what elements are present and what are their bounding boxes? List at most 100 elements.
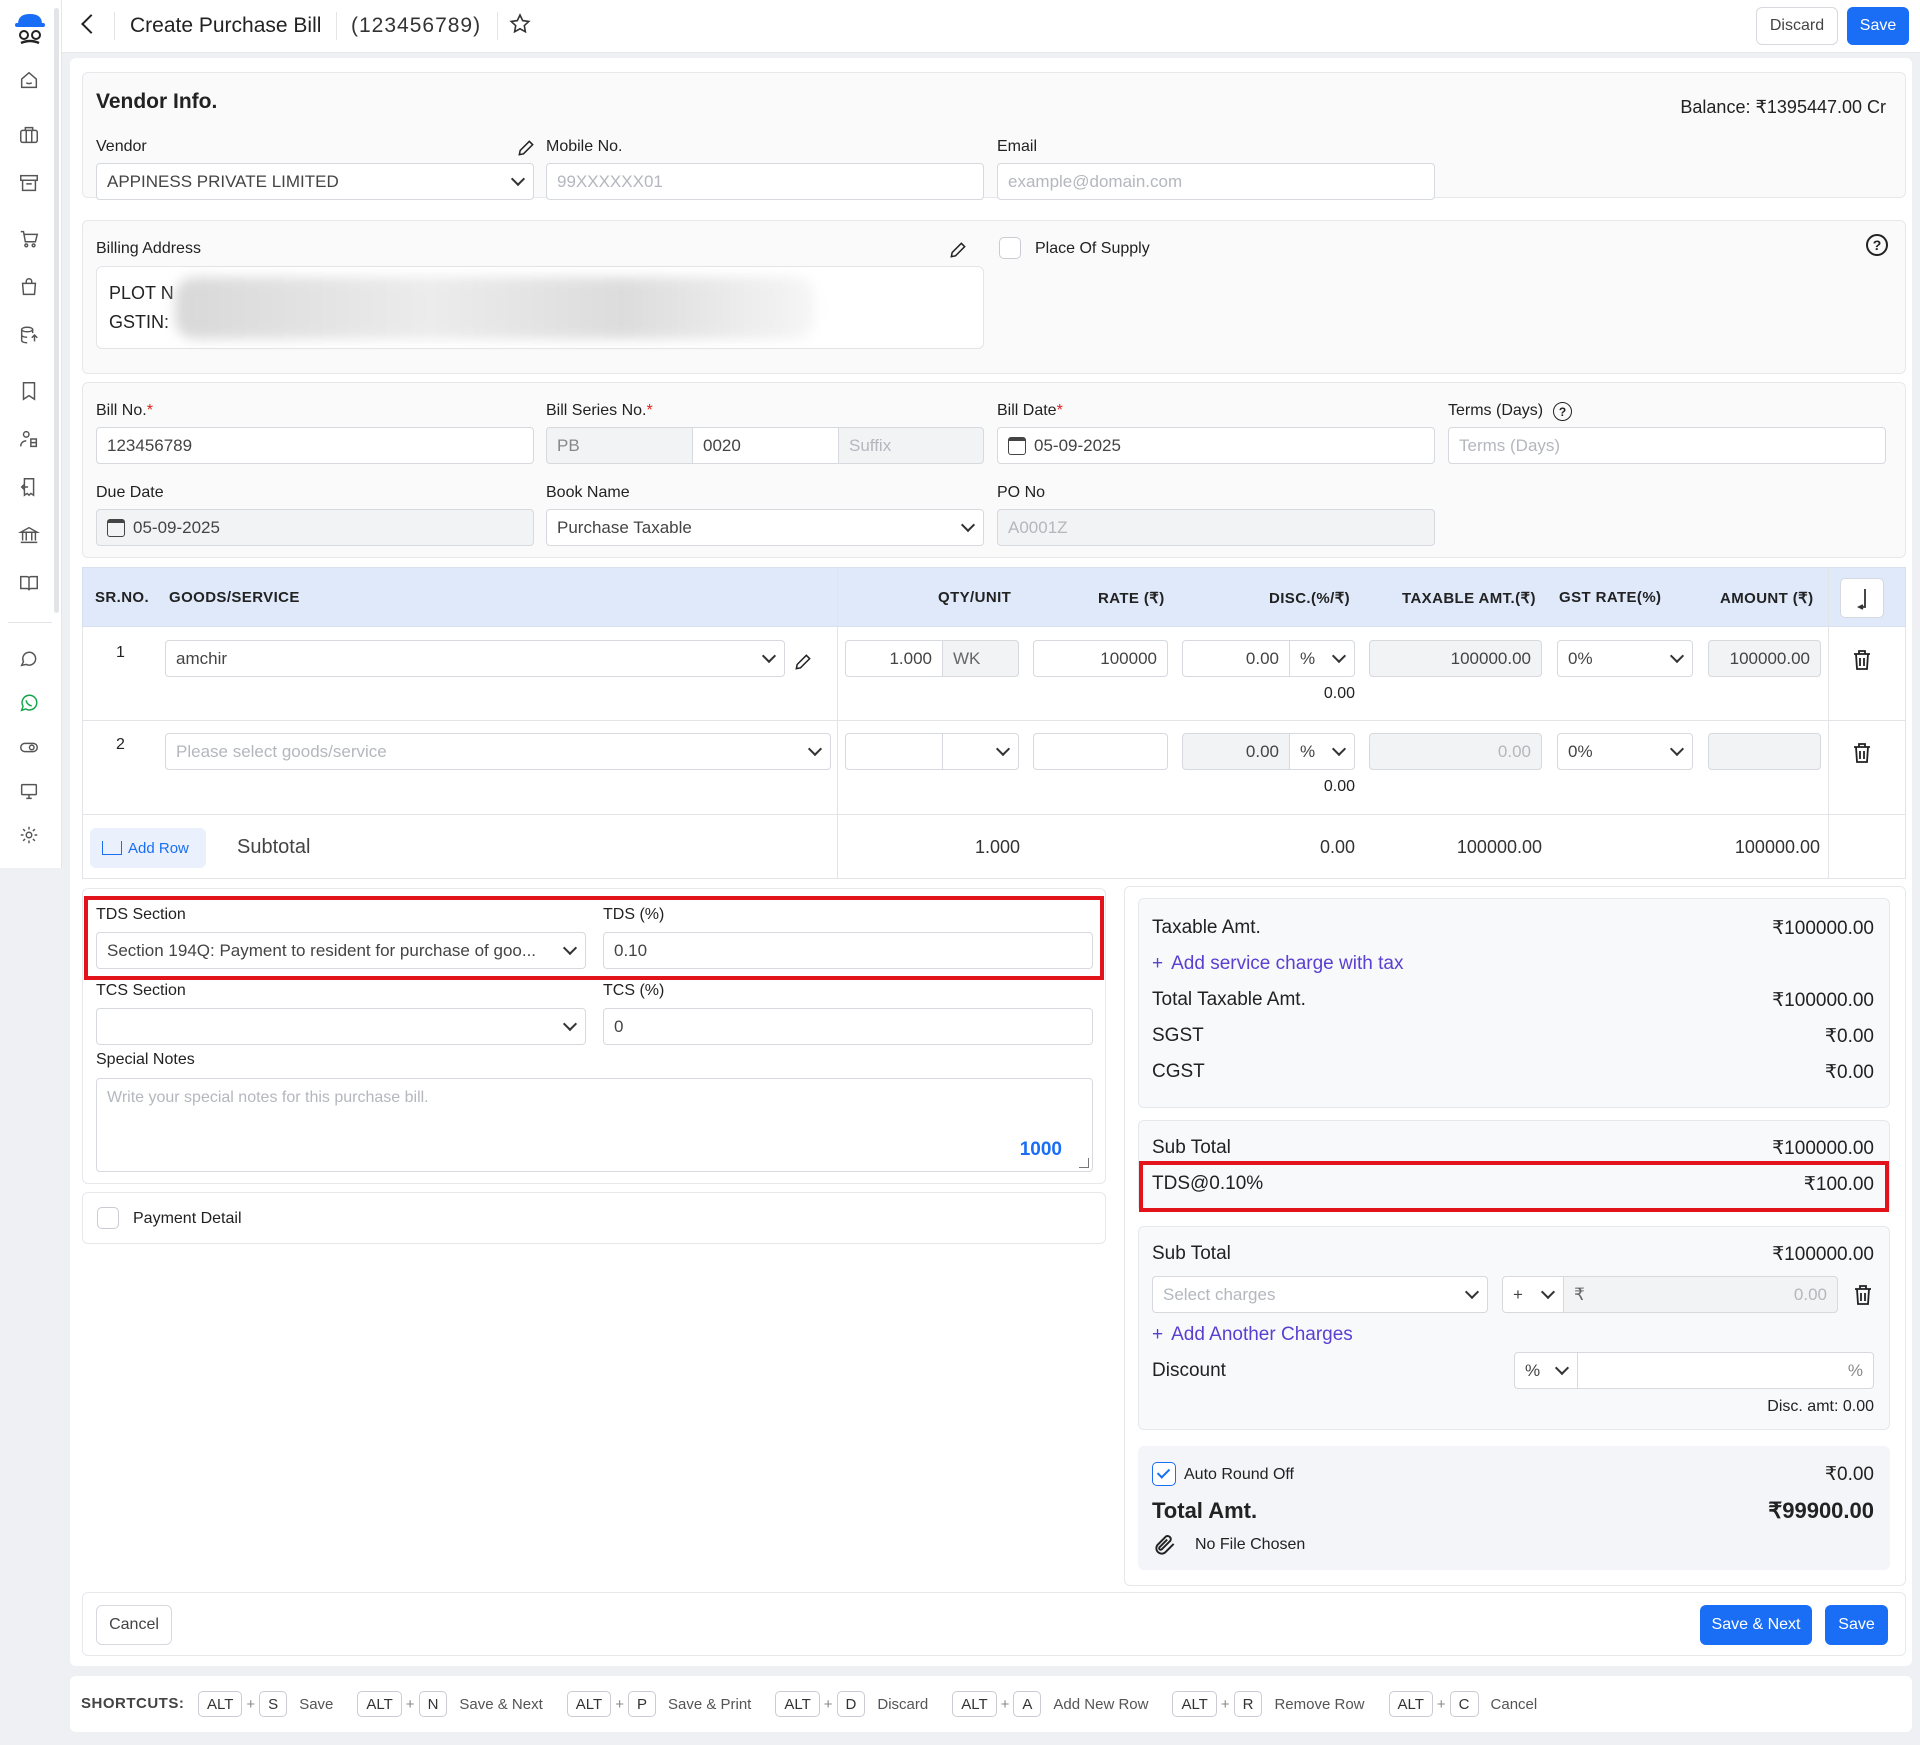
paperclip-icon[interactable]	[1152, 1532, 1178, 1558]
terms-label: Terms (Days)	[1448, 402, 1544, 419]
row-2-goods-select[interactable]: Please select goods/service	[165, 733, 831, 770]
bookmark-icon[interactable]	[16, 378, 42, 404]
sgst-value: ₹0.00	[1824, 1026, 1874, 1047]
redacted-address-blur	[175, 277, 815, 339]
footer-save-button[interactable]: Save	[1825, 1605, 1888, 1645]
row-1-qty: 1.000	[889, 648, 932, 668]
book-icon[interactable]	[16, 570, 42, 596]
charge-sign-select[interactable]: +	[1502, 1276, 1564, 1313]
database-icon[interactable]	[16, 322, 42, 348]
due-date-input[interactable]: 05-09-2025	[96, 509, 534, 546]
terms-input[interactable]: Terms (Days)	[1448, 427, 1886, 464]
subtotal-label: Subtotal	[237, 836, 311, 858]
sidebar-scrollbar[interactable]	[54, 8, 59, 613]
discount-type-select[interactable]: %	[1514, 1352, 1578, 1389]
payment-detail-checkbox[interactable]	[97, 1207, 119, 1229]
resize-handle-icon[interactable]	[1079, 1158, 1089, 1168]
add-service-label: Add service charge with tax	[1171, 953, 1404, 974]
add-another-charges-link[interactable]: + Add Another Charges	[1152, 1324, 1353, 1346]
app-logo[interactable]	[12, 8, 48, 48]
series-number-input[interactable]: 0020	[692, 427, 839, 464]
shortcut-key: P	[627, 1691, 656, 1717]
email-input[interactable]: example@domain.com	[997, 163, 1435, 200]
chat-icon[interactable]	[16, 645, 42, 671]
delete-charge-icon[interactable]	[1852, 1283, 1874, 1307]
row-1-goods-select[interactable]: amchir	[165, 640, 785, 677]
edit-vendor-icon[interactable]	[516, 138, 536, 158]
row-1-unit[interactable]: WK	[942, 640, 1019, 677]
row-2-delete-icon[interactable]	[1851, 741, 1873, 765]
mobile-input[interactable]: 99XXXXXX01	[546, 163, 984, 200]
briefcase-icon[interactable]	[16, 122, 42, 148]
save-button[interactable]: Save	[1847, 7, 1909, 45]
calendar-icon[interactable]	[107, 518, 125, 537]
row-1-qty-input[interactable]: 1.000	[845, 640, 943, 677]
row-2-disc-type-select[interactable]: %	[1289, 733, 1355, 770]
toggle-icon[interactable]	[16, 734, 42, 760]
select-charges-dropdown[interactable]: Select charges	[1152, 1276, 1488, 1313]
help-icon[interactable]: ?	[1866, 234, 1888, 256]
people-coins-icon[interactable]	[16, 426, 42, 452]
monitor-icon[interactable]	[16, 778, 42, 804]
taxable-value: ₹100000.00	[1772, 918, 1874, 939]
book-name-select[interactable]: Purchase Taxable	[546, 509, 984, 546]
col-gst: GST RATE(%)	[1559, 589, 1662, 606]
discount-input[interactable]: %	[1577, 1352, 1874, 1389]
cart-icon[interactable]	[16, 226, 42, 252]
edit-address-icon[interactable]	[948, 240, 968, 260]
special-notes-textarea[interactable]: Write your special notes for this purcha…	[96, 1078, 1093, 1172]
cancel-button[interactable]: Cancel	[96, 1605, 172, 1645]
po-no-input[interactable]: A0001Z	[997, 509, 1435, 546]
row-2-gst-select[interactable]: 0%	[1557, 733, 1693, 770]
add-row-button[interactable]: Add Row	[90, 828, 206, 868]
add-service-charge-link[interactable]: + Add service charge with tax	[1152, 953, 1403, 975]
bill-no-input[interactable]: 123456789	[96, 427, 534, 464]
sub-total-value: ₹100000.00	[1772, 1138, 1874, 1159]
discard-button[interactable]: Discard	[1756, 7, 1838, 45]
series-suffix-input[interactable]: Suffix	[838, 427, 984, 464]
home-icon[interactable]	[16, 67, 42, 93]
row-1-delete-icon[interactable]	[1851, 648, 1873, 672]
row-2-qty-input[interactable]	[845, 733, 943, 770]
auto-round-off-checkbox[interactable]	[1152, 1462, 1176, 1486]
plus-icon: +	[1152, 953, 1164, 974]
tcs-section-select[interactable]	[96, 1008, 586, 1045]
sidebar	[0, 0, 62, 868]
calendar-icon[interactable]	[1008, 436, 1026, 455]
edit-item-icon[interactable]	[793, 652, 813, 672]
receipt-return-icon[interactable]	[16, 474, 42, 500]
column-settings-icon[interactable]	[1840, 578, 1884, 618]
vendor-select[interactable]: APPINESS PRIVATE LIMITED	[96, 163, 534, 200]
row-1-gst-select[interactable]: 0%	[1557, 640, 1693, 677]
row-2-disc-input[interactable]: 0.00	[1182, 733, 1290, 770]
row-1-disc-type-select[interactable]: %	[1289, 640, 1355, 677]
bank-icon[interactable]	[16, 522, 42, 548]
series-prefix-input[interactable]: PB	[546, 427, 693, 464]
bill-date-value: 05-09-2025	[1034, 435, 1121, 455]
save-next-button[interactable]: Save & Next	[1700, 1605, 1812, 1645]
row-2-goods-placeholder: Please select goods/service	[176, 741, 387, 761]
place-of-supply-checkbox[interactable]	[999, 237, 1021, 259]
settings-icon[interactable]	[16, 822, 42, 848]
back-icon[interactable]	[81, 14, 101, 34]
email-placeholder: example@domain.com	[1008, 171, 1183, 191]
row-2-rate-input[interactable]	[1033, 733, 1168, 770]
top-bar: Create Purchase Bill (123456789) Discard…	[62, 0, 1920, 53]
whatsapp-icon[interactable]	[16, 690, 42, 716]
charge-amount-input[interactable]: ₹0.00	[1563, 1276, 1838, 1313]
row-1-gst-value: 0%	[1568, 648, 1593, 668]
terms-help-icon[interactable]: ?	[1553, 402, 1572, 421]
row-1-rate-input[interactable]: 100000	[1033, 640, 1168, 677]
tcs-pct-input[interactable]: 0	[603, 1008, 1093, 1045]
row-2-unit-select[interactable]	[942, 733, 1019, 770]
row-1-amount-value: 100000.00	[1729, 648, 1810, 668]
bill-date-input[interactable]: 05-09-2025	[997, 427, 1435, 464]
shortcut-key: C	[1449, 1691, 1479, 1717]
archive-icon[interactable]	[16, 170, 42, 196]
shopping-bag-icon[interactable]	[16, 274, 42, 300]
plus-sign: +	[1000, 1695, 1010, 1713]
star-icon[interactable]	[508, 12, 532, 36]
row-1-disc-input[interactable]: 0.00	[1182, 640, 1290, 677]
series-number: 0020	[703, 435, 741, 455]
plus-sign: +	[1220, 1695, 1230, 1713]
